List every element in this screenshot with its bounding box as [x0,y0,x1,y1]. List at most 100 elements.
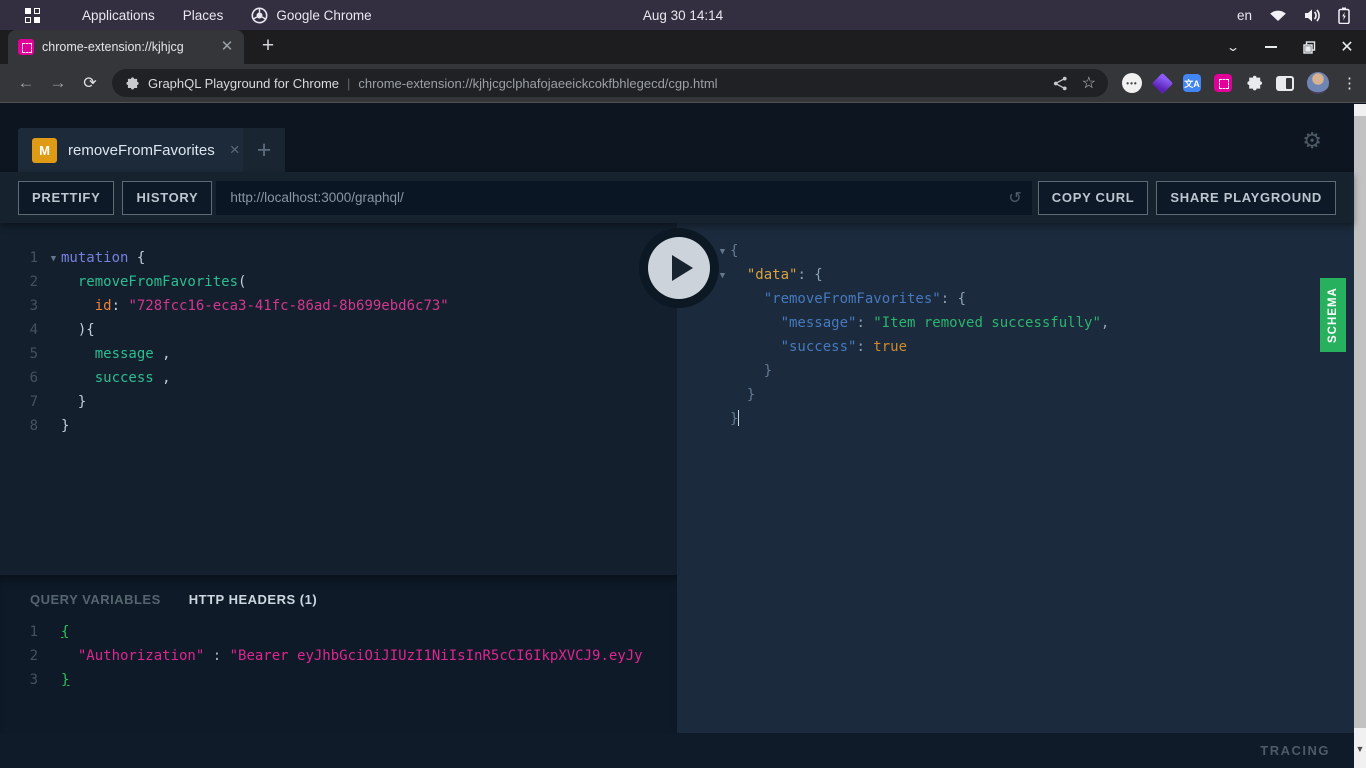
code-text: } [730,387,756,403]
new-tab-button[interactable]: + [254,33,282,61]
line-number: 2 [29,274,38,290]
screen: Applications Places Google Chrome Aug 30… [0,0,1366,768]
omnibox-url: chrome-extension://kjhjcgclphafojaeeickc… [358,75,718,91]
code-line: 8 } [0,415,677,439]
graphql-playground-extension-icon[interactable] [1214,74,1232,92]
playground-tab-close-icon[interactable]: × [230,140,240,160]
reload-icon[interactable]: ⟳ [74,73,106,93]
omnibox-extension-name: GraphQL Playground for Chrome [148,75,340,91]
page-scrollbar[interactable]: ▼ [1354,104,1366,768]
code-line: 5 message , [0,343,677,367]
execute-query-button[interactable] [639,228,719,308]
text-cursor [738,410,740,426]
volume-icon[interactable] [1304,8,1321,23]
wifi-icon[interactable] [1269,8,1287,22]
keyboard-layout-indicator[interactable]: en [1237,8,1252,23]
mutation-badge: M [32,137,57,163]
playground-tab[interactable]: M removeFromFavorites × [18,128,254,172]
extensions-puzzle-icon[interactable] [1245,74,1263,92]
omnibox-separator: | [347,75,351,91]
code-line: 1 ▼ mutation { [0,247,677,271]
query-editor[interactable]: 1 ▼ mutation {2 removeFromFavorites(3 id: … [0,223,677,439]
tab-query-variables[interactable]: QUERY VARIABLES [30,592,161,607]
battery-charging-icon[interactable] [1338,7,1350,24]
copy-curl-button[interactable]: COPY CURL [1037,180,1149,215]
line-number: 2 [29,648,38,664]
activities-grid-icon[interactable] [25,7,40,23]
forward-icon[interactable]: → [42,73,74,93]
query-pane[interactable]: 1 ▼ mutation {2 removeFromFavorites( 3 id: … [0,223,677,733]
fold-arrow-icon[interactable]: ▼ [46,247,61,271]
back-icon[interactable]: ← [10,73,42,93]
playground-new-tab-button[interactable]: + [243,128,285,172]
close-window-button[interactable]: ✕ [1328,30,1366,64]
endpoint-reload-icon[interactable]: ↺ [1008,188,1021,208]
menu-applications[interactable]: Applications [68,8,169,23]
http-headers-editor[interactable]: 1 {2 "Authorization" : "Bearer eyJhbGciO… [0,621,677,693]
history-button[interactable]: HISTORY [122,180,213,215]
restore-button[interactable] [1290,30,1328,64]
code-text: ){ [61,322,95,338]
code-text: } [61,418,70,434]
response-viewer: ▼{▼ "data": { "removeFromFavorites": { "… [677,223,1354,432]
chrome-menu-icon[interactable]: ⋮ [1342,74,1357,92]
tab-http-headers[interactable]: HTTP HEADERS (1) [189,592,317,607]
system-top-bar: Applications Places Google Chrome Aug 30… [0,0,1366,30]
code-line: 7 } [0,391,677,415]
profile-avatar[interactable] [1307,72,1329,94]
code-line: "removeFromFavorites": { [715,288,1354,312]
tab-close-icon[interactable]: ✕ [218,38,236,56]
share-icon[interactable] [1053,76,1068,91]
omnibox[interactable]: GraphQL Playground for Chrome | chrome-e… [112,69,1108,97]
code-text: id: "728fcc16-eca3-41fc-86ad-8b699ebd6c7… [94,298,449,314]
settings-gear-icon[interactable]: ⚙ [1302,128,1322,154]
code-line: 2 "Authorization" : "Bearer eyJhbGciOiJI… [0,645,677,669]
graphql-playground: M removeFromFavorites × + ⚙ PRETTIFY HIS… [0,104,1354,768]
side-panel-icon[interactable] [1276,75,1294,91]
scrollbar-down-arrow[interactable]: ▼ [1354,744,1366,754]
share-playground-button[interactable]: SHARE PLAYGROUND [1156,180,1336,215]
browser-tab[interactable]: chrome-extension://kjhjcg ✕ [8,30,244,64]
extension-icon-purple[interactable] [1151,72,1174,94]
line-number: 7 [29,394,38,410]
bookmark-star-icon[interactable]: ☆ [1082,73,1096,93]
tab-search-icon[interactable]: ⌄ [1206,30,1259,64]
browser-tab-title: chrome-extension://kjhjcg [42,40,184,54]
code-line: 1 { [0,621,677,645]
code-line: 2 removeFromFavorites( [0,271,677,295]
code-text: message , [61,346,171,362]
line-number: 4 [29,322,38,338]
schema-tab[interactable]: SCHEMA [1320,278,1346,352]
code-text: "removeFromFavorites": { [763,291,967,307]
code-text: "success": true [780,339,908,355]
google-translate-icon[interactable]: 文A [1183,74,1201,92]
code-text: success , [61,370,171,386]
restore-icon [1302,40,1315,54]
code-text: "Authorization" : "Bearer eyJhbGciOiJIUz… [61,648,643,664]
prettify-button[interactable]: PRETTIFY [18,180,115,215]
tracing-toggle[interactable]: TRACING [1260,733,1330,768]
scrollbar-thumb[interactable] [1354,116,1366,728]
endpoint-input[interactable] [216,180,1032,215]
line-number: 3 [29,672,38,688]
variables-panel: QUERY VARIABLES HTTP HEADERS (1) 1 {2 "A… [0,575,677,733]
menu-places[interactable]: Places [169,8,238,23]
code-line: } [715,360,1354,384]
extension-icon-circle[interactable]: ••• [1122,73,1142,93]
active-app-indicator[interactable]: Google Chrome [237,7,385,24]
code-text: } [730,363,773,379]
code-text: } [61,672,70,688]
